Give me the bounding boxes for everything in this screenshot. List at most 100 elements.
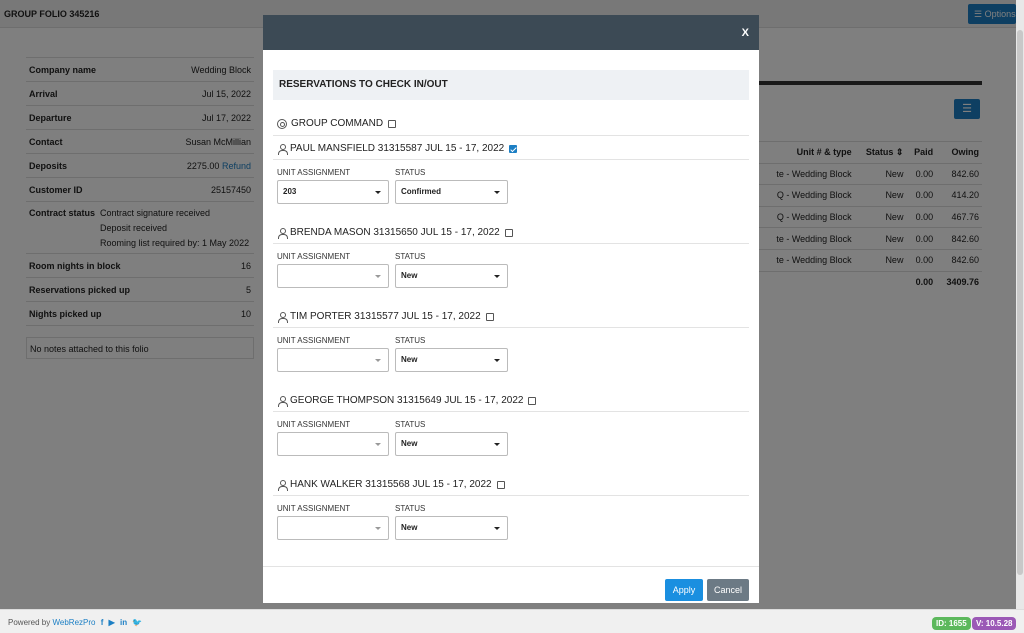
reservation-fields: UNIT ASSIGNMENT 203 STATUS Confirmed bbox=[273, 168, 749, 204]
status-label: STATUS bbox=[395, 336, 426, 345]
reservation-checkbox[interactable] bbox=[496, 480, 505, 489]
status-value: New bbox=[401, 439, 418, 448]
reservation-header: BRENDA MASON 31315650 JUL 15 - 17, 2022 bbox=[273, 222, 749, 244]
gear-icon bbox=[277, 118, 287, 129]
unit-assignment-label: UNIT ASSIGNMENT bbox=[277, 252, 351, 261]
chevron-down-icon bbox=[375, 359, 381, 362]
reservation-header: PAUL MANSFIELD 31315587 JUL 15 - 17, 202… bbox=[273, 138, 749, 160]
unit-assignment-select[interactable] bbox=[277, 264, 389, 288]
version-badge: V: 10.5.28 bbox=[972, 617, 1017, 630]
unit-assignment-select[interactable]: 203 bbox=[277, 180, 389, 204]
apply-button[interactable]: Apply bbox=[665, 579, 703, 601]
status-select[interactable]: New bbox=[395, 516, 508, 540]
status-field: STATUS New bbox=[395, 504, 508, 540]
reservation-fields: UNIT ASSIGNMENT STATUS New bbox=[273, 504, 749, 540]
reservation-item: PAUL MANSFIELD 31315587 JUL 15 - 17, 202… bbox=[273, 138, 749, 220]
reservation-header: GEORGE THOMPSON 31315649 JUL 15 - 17, 20… bbox=[273, 390, 749, 412]
unit-assignment-label: UNIT ASSIGNMENT bbox=[277, 168, 351, 177]
twitter-icon[interactable]: 🐦 bbox=[132, 618, 142, 627]
unit-field: UNIT ASSIGNMENT 203 bbox=[277, 168, 389, 204]
unit-field: UNIT ASSIGNMENT bbox=[277, 336, 389, 372]
guest-label: TIM PORTER 31315577 JUL 15 - 17, 2022 bbox=[290, 311, 481, 322]
unit-assignment-label: UNIT ASSIGNMENT bbox=[277, 504, 351, 513]
guest-label: BRENDA MASON 31315650 JUL 15 - 17, 2022 bbox=[290, 227, 500, 238]
reservation-item: GEORGE THOMPSON 31315649 JUL 15 - 17, 20… bbox=[273, 390, 749, 472]
unit-field: UNIT ASSIGNMENT bbox=[277, 504, 389, 540]
modal-header: X bbox=[263, 15, 759, 50]
facebook-icon[interactable]: f bbox=[101, 618, 104, 627]
group-command-checkbox[interactable] bbox=[388, 119, 397, 128]
scrollbar-thumb[interactable] bbox=[1017, 30, 1023, 575]
unit-assignment-select[interactable] bbox=[277, 516, 389, 540]
chevron-down-icon bbox=[375, 275, 381, 278]
chevron-down-icon bbox=[494, 191, 500, 194]
status-label: STATUS bbox=[395, 168, 426, 177]
status-value: Confirmed bbox=[401, 187, 441, 196]
reservation-fields: UNIT ASSIGNMENT STATUS New bbox=[273, 420, 749, 456]
status-select[interactable]: New bbox=[395, 432, 508, 456]
chevron-down-icon bbox=[494, 359, 500, 362]
chevron-down-icon bbox=[375, 191, 381, 194]
unit-assignment-select[interactable] bbox=[277, 348, 389, 372]
modal-footer: Apply Cancel bbox=[263, 566, 759, 603]
status-select[interactable]: New bbox=[395, 264, 508, 288]
reservation-checkbox[interactable] bbox=[528, 396, 537, 405]
page-scrollbar[interactable] bbox=[1016, 0, 1024, 609]
id-badge: ID: 1655 bbox=[932, 617, 971, 630]
youtube-icon[interactable]: ▶ bbox=[109, 618, 115, 627]
reservation-fields: UNIT ASSIGNMENT STATUS New bbox=[273, 336, 749, 372]
cancel-button[interactable]: Cancel bbox=[707, 579, 749, 601]
guest-label: HANK WALKER 31315568 JUL 15 - 17, 2022 bbox=[290, 479, 492, 490]
status-label: STATUS bbox=[395, 252, 426, 261]
reservation-item: HANK WALKER 31315568 JUL 15 - 17, 2022 U… bbox=[273, 474, 749, 556]
person-icon bbox=[277, 143, 288, 155]
reservation-checkbox[interactable] bbox=[509, 144, 518, 153]
unit-assignment-label: UNIT ASSIGNMENT bbox=[277, 420, 351, 429]
unit-field: UNIT ASSIGNMENT bbox=[277, 252, 389, 288]
group-command-label: GROUP COMMAND bbox=[291, 118, 384, 129]
unit-assignment-label: UNIT ASSIGNMENT bbox=[277, 336, 351, 345]
chevron-down-icon bbox=[494, 527, 500, 530]
webrezpro-link[interactable]: WebRezPro bbox=[52, 618, 95, 627]
status-select[interactable]: New bbox=[395, 348, 508, 372]
footer: Powered by WebRezPro f ▶ in 🐦 ID: 1655 V… bbox=[0, 609, 1024, 633]
guest-label: GEORGE THOMPSON 31315649 JUL 15 - 17, 20… bbox=[290, 395, 524, 406]
chevron-down-icon bbox=[494, 275, 500, 278]
reservation-header: HANK WALKER 31315568 JUL 15 - 17, 2022 bbox=[273, 474, 749, 496]
unit-field: UNIT ASSIGNMENT bbox=[277, 420, 389, 456]
close-icon[interactable]: X bbox=[742, 27, 749, 39]
status-value: New bbox=[401, 355, 418, 364]
status-value: New bbox=[401, 523, 418, 532]
unit-assignment-select[interactable] bbox=[277, 432, 389, 456]
check-in-out-modal: X RESERVATIONS TO CHECK IN/OUT GROUP COM… bbox=[263, 15, 759, 603]
status-label: STATUS bbox=[395, 420, 426, 429]
reservation-fields: UNIT ASSIGNMENT STATUS New bbox=[273, 252, 749, 288]
reservation-item: BRENDA MASON 31315650 JUL 15 - 17, 2022 … bbox=[273, 222, 749, 304]
person-icon bbox=[277, 479, 288, 491]
person-icon bbox=[277, 227, 288, 239]
reservation-checkbox[interactable] bbox=[504, 228, 513, 237]
powered-by: Powered by WebRezPro f ▶ in 🐦 bbox=[8, 618, 142, 627]
chevron-down-icon bbox=[375, 443, 381, 446]
status-field: STATUS New bbox=[395, 336, 508, 372]
modal-body: RESERVATIONS TO CHECK IN/OUT GROUP COMMA… bbox=[263, 70, 759, 556]
status-field: STATUS Confirmed bbox=[395, 168, 508, 204]
unit-value: 203 bbox=[283, 187, 297, 196]
powered-prefix: Powered by bbox=[8, 618, 51, 627]
person-icon bbox=[277, 311, 288, 323]
status-label: STATUS bbox=[395, 504, 426, 513]
person-icon bbox=[277, 395, 288, 407]
reservation-checkbox[interactable] bbox=[485, 312, 494, 321]
guest-label: PAUL MANSFIELD 31315587 JUL 15 - 17, 202… bbox=[290, 143, 505, 154]
group-command-row: GROUP COMMAND bbox=[273, 112, 749, 136]
chevron-down-icon bbox=[375, 527, 381, 530]
linkedin-icon[interactable]: in bbox=[120, 618, 127, 627]
status-field: STATUS New bbox=[395, 420, 508, 456]
chevron-down-icon bbox=[494, 443, 500, 446]
reservation-item: TIM PORTER 31315577 JUL 15 - 17, 2022 UN… bbox=[273, 306, 749, 388]
status-field: STATUS New bbox=[395, 252, 508, 288]
section-title: RESERVATIONS TO CHECK IN/OUT bbox=[273, 70, 749, 100]
status-select[interactable]: Confirmed bbox=[395, 180, 508, 204]
reservation-header: TIM PORTER 31315577 JUL 15 - 17, 2022 bbox=[273, 306, 749, 328]
status-value: New bbox=[401, 271, 418, 280]
